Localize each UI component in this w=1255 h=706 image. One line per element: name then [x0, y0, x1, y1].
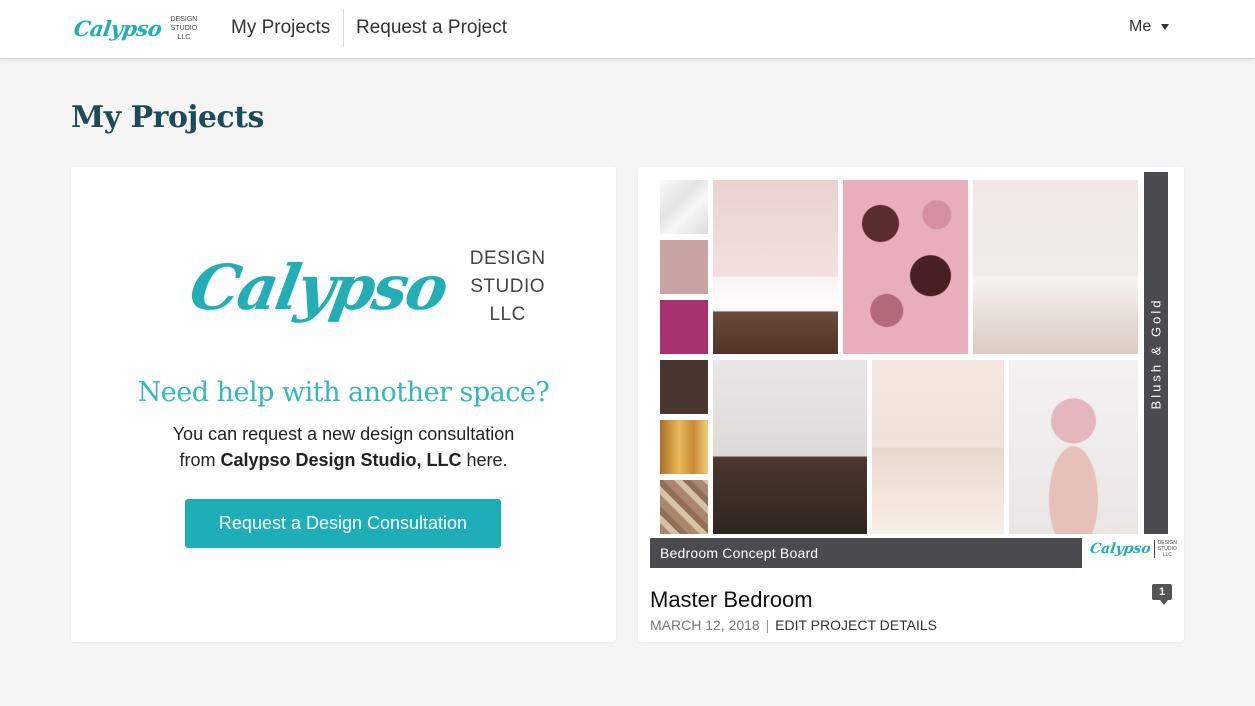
studio-logo-script: Calypso — [184, 250, 453, 324]
page-title: My Projects — [71, 100, 264, 135]
board-logo-text: DESIGN STUDIO LLC — [1158, 540, 1177, 558]
help-text-company: Calypso Design Studio, LLC — [220, 450, 462, 470]
project-date: MARCH 12, 2018 — [650, 617, 760, 633]
photo-desk-gallery-wall — [713, 180, 838, 354]
nav-divider — [343, 9, 344, 47]
photo-white-bedroom — [973, 180, 1138, 354]
photo-pink-armchair — [872, 360, 1004, 534]
help-text-from: from — [179, 450, 221, 470]
help-heading: Need help with another space? — [137, 377, 550, 408]
studio-logo-line-2: STUDIO — [470, 276, 546, 297]
nav-my-projects[interactable]: My Projects — [231, 17, 330, 39]
board-logo-script: Calypso — [1088, 541, 1152, 557]
studio-logo-text: DESIGN STUDIO LLC — [470, 245, 546, 329]
help-text-here: here. — [461, 450, 508, 470]
logo-line-1: DESIGN — [170, 15, 198, 23]
brand-logo[interactable]: Calypso DESIGN STUDIO LLC — [72, 10, 197, 46]
studio-logo-line-3: LLC — [489, 304, 526, 325]
board-side-text: Blush & Gold — [1144, 172, 1168, 534]
studio-logo: Calypso DESIGN STUDIO LLC — [185, 237, 546, 337]
project-card[interactable]: Blush & Gold Bedroom Concept Board Calyp… — [638, 167, 1184, 642]
board-label: Bedroom Concept Board — [650, 538, 1082, 568]
photo-peonies-vase — [713, 360, 867, 534]
user-menu[interactable]: Me — [1129, 18, 1170, 36]
swatch-chocolate — [660, 360, 708, 414]
top-navbar: Calypso DESIGN STUDIO LLC My Projects Re… — [0, 0, 1255, 59]
board-logo-divider — [1153, 540, 1155, 558]
swatch-wood — [660, 480, 708, 534]
help-text-line-1: You can request a new design consultatio… — [172, 424, 515, 444]
project-meta: MARCH 12, 2018 | EDIT PROJECT DETAILS — [650, 617, 937, 633]
logo-studio-text: DESIGN STUDIO LLC — [171, 15, 198, 42]
studio-logo-line-1: DESIGN — [469, 248, 546, 269]
concept-board-image[interactable]: Blush & Gold Bedroom Concept Board Calyp… — [650, 170, 1177, 570]
photo-blush-pattern — [843, 180, 968, 354]
request-consultation-button[interactable]: Request a Design Consultation — [185, 499, 501, 548]
swatch-white-texture — [660, 180, 708, 234]
swatch-blush — [660, 240, 708, 294]
edit-project-details-link[interactable]: EDIT PROJECT DETAILS — [775, 617, 937, 633]
board-logo: Calypso DESIGN STUDIO LLC — [1088, 540, 1177, 558]
meta-separator: | — [765, 617, 770, 633]
swatch-magenta — [660, 300, 708, 354]
project-title[interactable]: Master Bedroom — [650, 587, 813, 613]
help-text-line-2: from Calypso Design Studio, LLC here. — [71, 447, 616, 473]
chevron-down-icon — [1161, 24, 1170, 30]
photo-rose-vase — [1009, 360, 1138, 534]
logo-line-3: LLC — [177, 33, 191, 41]
help-description: You can request a new design consultatio… — [71, 421, 616, 473]
logo-line-2: STUDIO — [170, 24, 198, 32]
user-menu-label: Me — [1129, 18, 1152, 35]
board-logo-line-3: LLC — [1162, 552, 1172, 558]
request-consultation-card: Calypso DESIGN STUDIO LLC Need help with… — [71, 167, 616, 642]
board-side-label: Blush & Gold — [1148, 297, 1164, 409]
nav-request-project[interactable]: Request a Project — [356, 17, 507, 39]
logo-script-text: Calypso — [72, 15, 164, 41]
comment-icon[interactable]: 1 — [1152, 584, 1172, 605]
swatch-gold — [660, 420, 708, 474]
